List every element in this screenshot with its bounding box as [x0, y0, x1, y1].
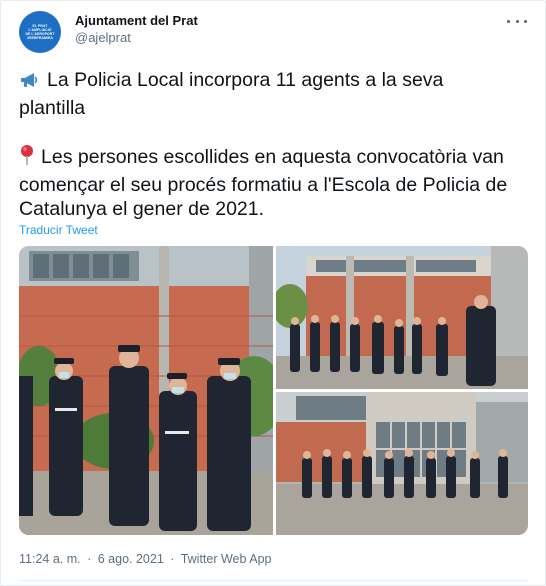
tweet-header: EL PRAT L'AMPLIACIÓ DE L'AEROPORT #REBPR… [19, 11, 531, 55]
meta-separator-2: · [170, 552, 175, 566]
account-names: Ajuntament del Prat @ajelprat [75, 13, 198, 47]
tweet-text: La Policia Local incorpora 11 agents a l… [19, 68, 509, 222]
photo-group-building[interactable] [276, 246, 528, 389]
display-name[interactable]: Ajuntament del Prat [75, 13, 198, 29]
avatar[interactable]: EL PRAT L'AMPLIACIÓ DE L'AEROPORT #REBPR… [19, 11, 61, 53]
user-handle[interactable]: @ajelprat [75, 29, 198, 47]
avatar-logo: EL PRAT L'AMPLIACIÓ DE L'AEROPORT #REBPR… [25, 23, 55, 41]
tweet-meta: 11:24 a. m. · 6 ago. 2021 · Twitter Web … [19, 552, 272, 566]
tweet-line-1: La Policia Local incorpora 11 agents a l… [19, 69, 444, 119]
tweet-source: Twitter Web App [180, 552, 272, 566]
tweet-date[interactable]: 6 ago. 2021 [98, 552, 164, 566]
photo-officers-closeup[interactable] [19, 246, 273, 535]
divider [19, 580, 527, 581]
meta-separator: · [87, 552, 92, 566]
tweet-card: EL PRAT L'AMPLIACIÓ DE L'AEROPORT #REBPR… [0, 0, 546, 586]
translate-tweet-link[interactable]: Traducir Tweet [19, 223, 98, 237]
more-horizontal-icon[interactable] [507, 13, 527, 29]
megaphone-icon [19, 71, 41, 96]
tweet-line-2: Les persones escollides en aquesta convo… [19, 146, 508, 220]
tweet-time[interactable]: 11:24 a. m. [19, 552, 81, 566]
round-pushpin-icon [19, 144, 35, 173]
tweet-paragraph-2: Les persones escollides en aquesta convo… [19, 144, 509, 222]
photo-grid [19, 246, 528, 535]
photo-group-entrance[interactable] [276, 392, 528, 535]
tweet-paragraph-1: La Policia Local incorpora 11 agents a l… [19, 68, 509, 120]
